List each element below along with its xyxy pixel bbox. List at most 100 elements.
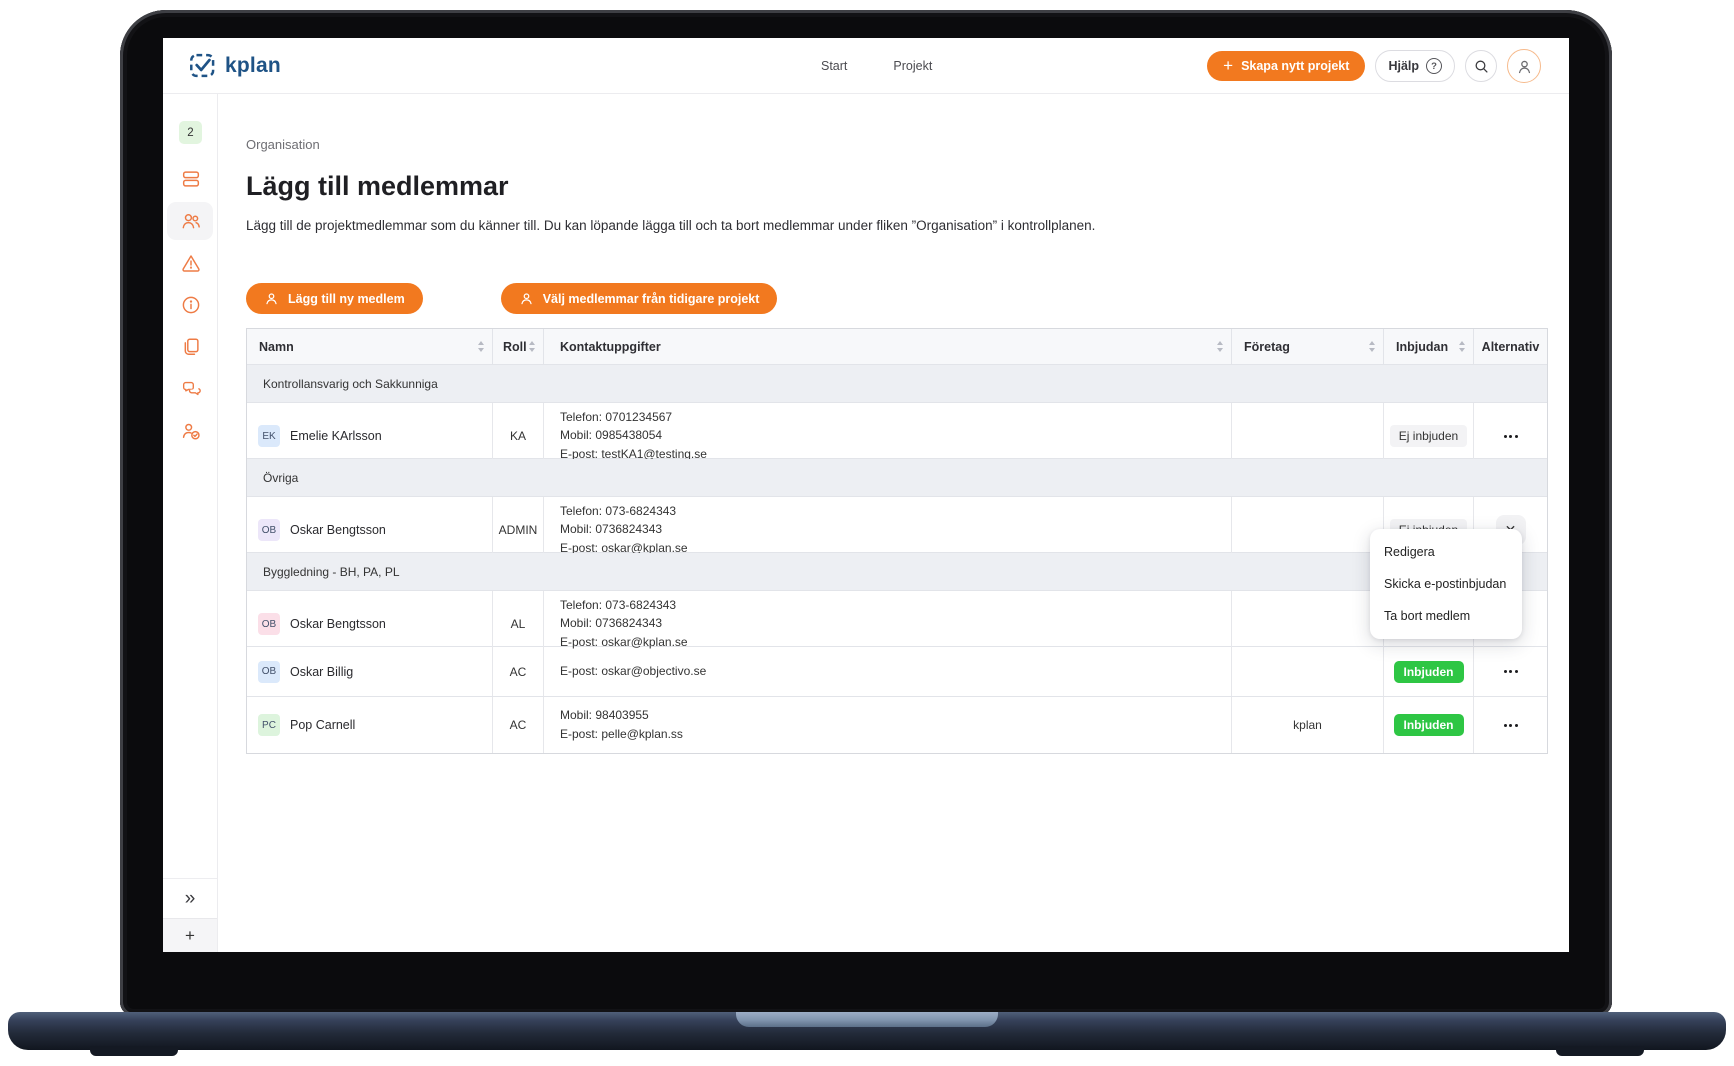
question-icon: ? <box>1426 58 1442 74</box>
sidebar-item-info[interactable] <box>163 284 218 326</box>
options-button[interactable] <box>1496 710 1526 740</box>
member-role: AC <box>493 647 544 696</box>
sidebar-footer: » + <box>163 878 217 952</box>
ellipsis-icon <box>1504 435 1507 438</box>
avatar: EK <box>258 425 280 447</box>
sidebar-item-messages[interactable] <box>163 368 218 410</box>
laptop-foot <box>90 1046 178 1056</box>
sort-icon <box>1369 341 1375 352</box>
search-icon <box>1473 58 1490 75</box>
member-contact: E-post: oskar@objectivo.se <box>544 647 1232 696</box>
laptop-notch <box>736 1012 998 1027</box>
member-contact: Mobil: 98403955 E-post: pelle@kplan.ss <box>544 697 1232 753</box>
contact-line: E-post: oskar@objectivo.se <box>560 663 706 680</box>
member-name: Pop Carnell <box>290 718 355 732</box>
contact-line: Mobil: 0736824343 <box>560 615 662 632</box>
plus-icon: + <box>185 926 195 946</box>
column-header-inbjudan[interactable]: Inbjudan <box>1384 329 1474 364</box>
member-role: AC <box>493 697 544 753</box>
contact-line: E-post: pelle@kplan.ss <box>560 726 683 743</box>
sidebar-add-button[interactable]: + <box>163 918 217 952</box>
create-project-button[interactable]: + Skapa nytt projekt <box>1207 51 1365 81</box>
ellipsis-icon <box>1504 670 1507 673</box>
sort-icon <box>1217 341 1223 352</box>
invitation-badge: Inbjuden <box>1394 714 1464 736</box>
column-header-alternativ: Alternativ <box>1474 329 1547 364</box>
header-actions: + Skapa nytt projekt Hjälp ? <box>1207 38 1541 94</box>
warning-icon <box>180 252 202 274</box>
users-icon <box>180 210 202 232</box>
sidebar: 2 <box>163 94 218 952</box>
member-company <box>1232 647 1384 696</box>
user-icon <box>1515 57 1534 76</box>
column-header-roll[interactable]: Roll <box>493 329 544 364</box>
menu-item-skicka-epostinbjudan[interactable]: Skicka e-postinbjudan <box>1370 568 1522 600</box>
kplan-logo[interactable]: kplan <box>189 52 281 79</box>
menu-item-redigera[interactable]: Redigera <box>1370 536 1522 568</box>
table-row: EK Emelie KArlsson KA Telefon: 070123456… <box>247 403 1547 459</box>
contact-line: Telefon: 073-6824343 <box>560 597 676 614</box>
nav-item-start[interactable]: Start <box>821 59 847 73</box>
help-button[interactable]: Hjälp ? <box>1375 50 1455 82</box>
table-row: PC Pop Carnell AC Mobil: 98403955 E-post… <box>247 697 1547 753</box>
column-header-kontaktuppgifter[interactable]: Kontaktuppgifter <box>544 329 1232 364</box>
sidebar-collapse-button[interactable]: » <box>163 878 217 918</box>
column-header-foretag[interactable]: Företag <box>1232 329 1384 364</box>
section-row: Övriga <box>247 459 1547 497</box>
plus-icon: + <box>1223 57 1233 74</box>
column-header-namn[interactable]: Namn <box>247 329 493 364</box>
sidebar-item-documents[interactable] <box>163 326 218 368</box>
table-header-row: Namn Roll Kontaktuppgifter Företag <box>247 329 1547 365</box>
section-row: Byggledning - BH, PA, PL <box>247 553 1547 591</box>
nav-item-projekt[interactable]: Projekt <box>893 59 932 73</box>
pick-members-label: Välj medlemmar från tidigare projekt <box>543 292 760 306</box>
section-label: Övriga <box>247 459 1547 496</box>
sort-icon <box>478 341 484 352</box>
section-label: Kontrollansvarig och Sakkunniga <box>247 365 1547 402</box>
pick-members-button[interactable]: Välj medlemmar från tidigare projekt <box>501 283 778 314</box>
cards-icon <box>180 168 202 190</box>
search-button[interactable] <box>1465 50 1497 82</box>
person-icon <box>264 291 279 306</box>
members-table: Namn Roll Kontaktuppgifter Företag <box>246 328 1548 754</box>
sidebar-item-boards[interactable] <box>163 158 218 200</box>
user-check-icon <box>180 420 202 442</box>
section-label: Byggledning - BH, PA, PL <box>247 553 1547 590</box>
laptop-foot <box>1556 1046 1644 1056</box>
member-name: Oskar Bengtsson <box>290 617 386 631</box>
sidebar-item-inspections[interactable] <box>163 410 218 452</box>
laptop-mockup: kplan Start Projekt + Skapa nytt projekt… <box>0 0 1734 1066</box>
table-row: OB Oskar Bengtsson AL Telefon: 073-68243… <box>247 591 1547 647</box>
sidebar-item-deviations[interactable] <box>163 242 218 284</box>
options-button[interactable] <box>1496 421 1526 451</box>
top-navigation: Start Projekt <box>821 38 932 94</box>
member-name: Oskar Bengtsson <box>290 523 386 537</box>
action-buttons: Lägg till ny medlem Välj medlemmar från … <box>246 283 777 314</box>
documents-icon <box>180 336 202 358</box>
avatar: OB <box>258 613 280 635</box>
menu-item-ta-bort-medlem[interactable]: Ta bort medlem <box>1370 600 1522 632</box>
add-member-button[interactable]: Lägg till ny medlem <box>246 283 423 314</box>
avatar: OB <box>258 661 280 683</box>
page-description: Lägg till de projektmedlemmar som du kän… <box>246 218 1095 233</box>
app-header: kplan Start Projekt + Skapa nytt projekt… <box>163 38 1569 94</box>
member-company: kplan <box>1232 697 1384 753</box>
table-row: OB Oskar Billig AC E-post: oskar@objecti… <box>247 647 1547 697</box>
member-name: Emelie KArlsson <box>290 429 382 443</box>
create-project-label: Skapa nytt projekt <box>1241 59 1349 73</box>
sidebar-item-members[interactable] <box>163 200 218 242</box>
options-context-menu: Redigera Skicka e-postinbjudan Ta bort m… <box>1370 529 1522 639</box>
add-member-label: Lägg till ny medlem <box>288 292 405 306</box>
breadcrumb[interactable]: Organisation <box>246 137 320 152</box>
account-button[interactable] <box>1507 49 1541 83</box>
laptop-bezel: kplan Start Projekt + Skapa nytt projekt… <box>120 10 1612 1016</box>
invitation-badge: Ej inbjuden <box>1390 425 1467 447</box>
chevron-double-right-icon: » <box>185 888 196 910</box>
contact-line: Mobil: 98403955 <box>560 707 649 724</box>
member-name: Oskar Billig <box>290 665 353 679</box>
help-label: Hjälp <box>1388 59 1419 73</box>
contact-line: Mobil: 0985438054 <box>560 427 662 444</box>
options-button[interactable] <box>1496 657 1526 687</box>
contact-line: Telefon: 073-6824343 <box>560 503 676 520</box>
person-icon <box>519 291 534 306</box>
